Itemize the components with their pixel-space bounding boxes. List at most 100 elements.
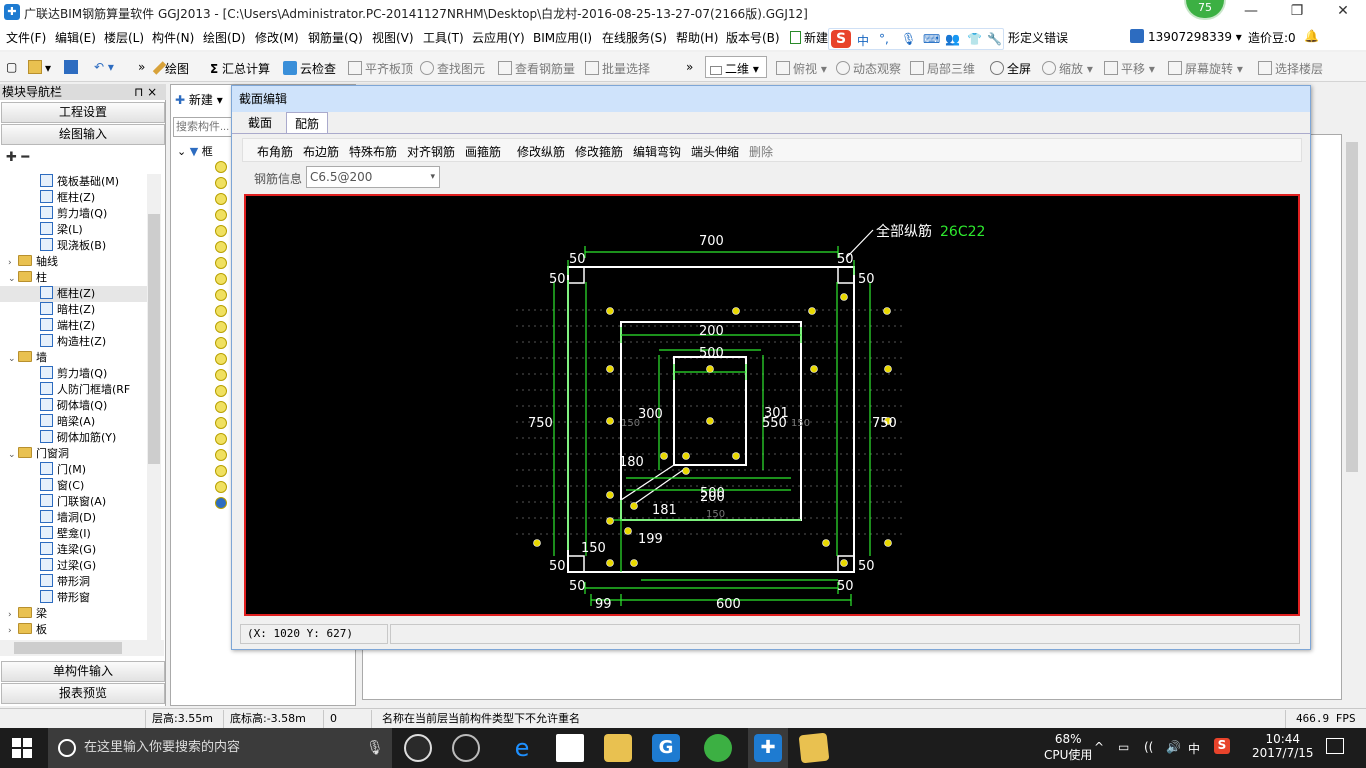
minimize-button[interactable]: — [1228,0,1274,24]
component-item-icon[interactable] [215,193,227,205]
overflow-chevron-icon[interactable]: » [138,60,145,74]
rebar-info-select[interactable]: C6.5@200 ▾ [306,166,440,188]
tree-item[interactable]: 暗柱(Z) [0,302,148,318]
menu-online[interactable]: 在线服务(S) [602,29,667,46]
tree-scrollbar-thumb[interactable] [148,214,160,464]
edge-browser-icon[interactable]: e [508,734,536,762]
network-icon[interactable]: ▭ [1118,740,1129,754]
tree-hscrollbar-thumb[interactable] [14,642,122,654]
tree-item[interactable]: 现浇板(B) [0,238,148,254]
component-item-icon[interactable] [215,241,227,253]
component-item-icon[interactable] [215,161,227,173]
tree-expand-icon[interactable]: ⌄ [8,447,18,463]
select-floor-button[interactable]: 选择楼层 [1258,60,1323,77]
component-item-icon[interactable] [215,273,227,285]
microphone-icon[interactable]: 🎙 [366,728,384,768]
single-component-input-button[interactable]: 单构件输入 [1,661,165,682]
corner-rebar-button[interactable]: 布角筋 [257,143,293,160]
tree-expand-icon[interactable]: ⌄ [8,271,18,287]
tree-hscrollbar[interactable] [0,640,164,656]
wifi-icon[interactable]: (( [1144,740,1153,754]
component-item-icon[interactable] [215,369,227,381]
flush-slab-button[interactable]: 平齐板顶 [348,60,413,77]
tree-folder[interactable]: ⌄ 柱 [0,270,148,286]
ggj-app-button[interactable]: ✚ [748,728,788,768]
tree-item[interactable]: 梁(L) [0,222,148,238]
draw-button[interactable]: 绘图 [152,60,189,77]
skin-icon[interactable]: 👕 [967,32,982,46]
tree-expand-icon[interactable]: › [8,623,18,639]
project-settings-button[interactable]: 工程设置 [1,102,165,123]
component-item-icon[interactable] [215,305,227,317]
rotate-screen-button[interactable]: 屏幕旋转 ▾ [1168,60,1243,77]
notification-bell-icon[interactable]: 🔔 [1304,29,1319,43]
green-app-icon[interactable] [704,734,732,762]
edit-hook-button[interactable]: 编辑弯钩 [633,143,681,160]
tree-item[interactable]: 墙洞(D) [0,510,148,526]
tree-item[interactable]: 剪力墙(Q) [0,206,148,222]
component-item-icon[interactable] [215,433,227,445]
view-rebar-button[interactable]: 查看钢筋量 [498,60,575,77]
section-canvas[interactable]: 700 50 50 50 50 750 750 200 500 300 301 550 180 500 20… [244,194,1300,616]
component-item-icon[interactable] [215,401,227,413]
zoom-button[interactable]: 缩放 ▾ [1042,60,1093,77]
tree-item[interactable]: 壁龛(I) [0,526,148,542]
tree-folder[interactable]: ⌄ 门窗洞 [0,446,148,462]
tree-scrollbar[interactable] [147,174,161,644]
component-item-icon[interactable] [215,321,227,333]
tree-item[interactable]: 筏板基础(M) [0,174,148,190]
tree-folder[interactable]: ⌄ 墙 [0,350,148,366]
align-rebar-button[interactable]: 对齐钢筋 [407,143,455,160]
tree-expand-icon[interactable]: › [8,607,18,623]
menu-tools[interactable]: 工具(T) [423,29,464,46]
ime-toolbar[interactable]: S 中 °, 🎙 ⌨ 👥 👕 🔧 [828,28,1004,50]
ime-chinese-toggle[interactable]: 中 [857,32,869,49]
top-view-button[interactable]: 俯视 ▾ [776,60,827,77]
edge-rebar-button[interactable]: 布边筋 [303,143,339,160]
action-center-icon[interactable] [1326,738,1344,754]
cloud-check-button[interactable]: 云检查 [283,60,336,77]
user-account[interactable]: 13907298339 ▾ [1130,29,1242,44]
menu-modify[interactable]: 修改(M) [255,29,299,46]
menu-rebar[interactable]: 钢筋量(Q) [308,29,363,46]
view-mode-select[interactable]: 二维 ▾ [705,56,767,78]
component-item-icon[interactable] [215,353,227,365]
menu-bim[interactable]: BIM应用(I) [533,29,592,46]
batch-select-button[interactable]: 批量选择 [585,60,650,77]
tree-item[interactable]: 连梁(G) [0,542,148,558]
draw-stirrup-button[interactable]: 画箍筋 [465,143,501,160]
end-extend-button[interactable]: 端头伸缩 [691,143,739,160]
error-message-link[interactable]: 形定义错误 [1008,29,1068,46]
tree-folder[interactable]: › 轴线 [0,254,148,270]
clock[interactable]: 10:44 2017/7/15 [1252,732,1314,760]
expand-collapse-icons[interactable]: ✚ ━ [6,150,29,165]
tree-item[interactable]: 端柱(Z) [0,318,148,334]
tab-rebar[interactable]: 配筋 [286,112,329,134]
property-scrollbar-thumb[interactable] [1346,142,1358,472]
price-beans[interactable]: 造价豆:0 [1248,29,1296,46]
tree-item[interactable]: 砌体墙(Q) [0,398,148,414]
orbit-button[interactable]: 动态观察 [836,60,901,77]
tree-item[interactable]: 带形窗 [0,590,148,606]
component-item-icon[interactable] [215,385,227,397]
special-rebar-button[interactable]: 特殊布筋 [349,143,397,160]
component-item-icon[interactable] [215,497,227,509]
tree-item[interactable]: 暗梁(A) [0,414,148,430]
component-search-input[interactable] [173,117,237,137]
tree-item[interactable]: 带形洞 [0,574,148,590]
tree-expand-icon[interactable]: ⌄ [8,351,18,367]
notification-badge[interactable]: 75 [1184,0,1226,20]
menu-help[interactable]: 帮助(H) [676,29,718,46]
menu-view[interactable]: 视图(V) [372,29,414,46]
tree-item[interactable]: 门联窗(A) [0,494,148,510]
tray-chevron-icon[interactable]: ^ [1094,740,1104,754]
fullscreen-button[interactable]: 全屏 [990,60,1031,77]
section-drawing[interactable]: 70050 5050 50750 750200500300 30155018050020… [246,196,1298,614]
tree-folder[interactable]: › 板 [0,622,148,638]
component-item-icon[interactable] [215,209,227,221]
component-tree-root[interactable]: ⌄ ▼ 框 [177,143,213,159]
tree-item[interactable]: 人防门框墙(RF [0,382,148,398]
new-component-button[interactable]: ✚ 新建 ▾ [175,91,223,108]
taskbar-search-input[interactable]: 在这里输入你要搜索的内容 🎙 [48,728,392,768]
ime-language-indicator[interactable]: 中 [1188,740,1200,757]
